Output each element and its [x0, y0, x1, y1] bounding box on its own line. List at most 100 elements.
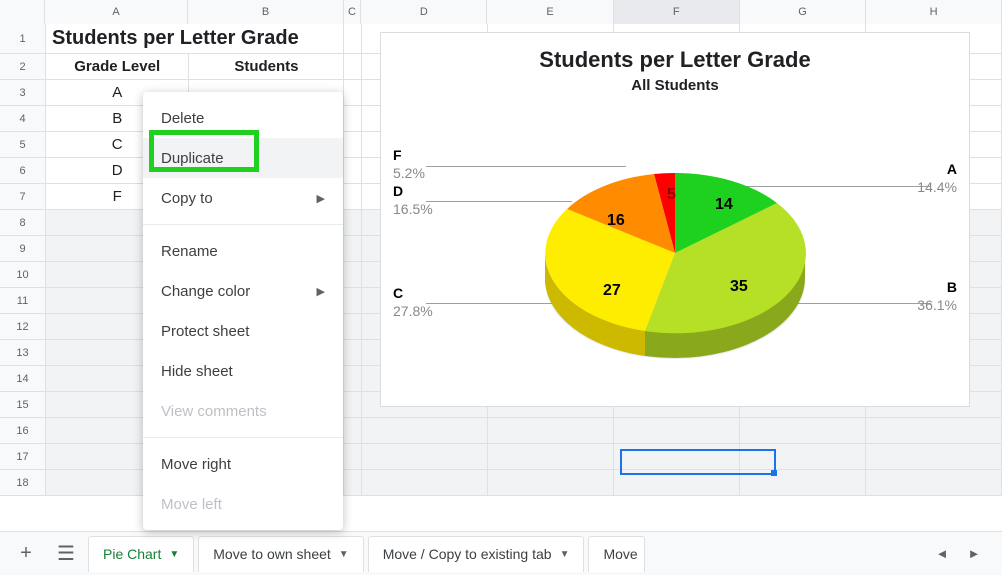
cell[interactable]: Students per Letter Grade [46, 24, 344, 54]
menu-item-protect-sheet[interactable]: Protect sheet [143, 311, 343, 351]
row-header-14[interactable]: 14 [0, 366, 46, 392]
menu-item-copy-to[interactable]: Copy to▶ [143, 178, 343, 218]
cell[interactable] [344, 418, 362, 444]
menu-item-label: Move left [161, 496, 222, 513]
menu-item-label: Change color [161, 283, 250, 300]
column-header-g[interactable]: G [740, 0, 866, 24]
column-header-e[interactable]: E [487, 0, 613, 24]
menu-item-label: Rename [161, 243, 218, 260]
row-header-15[interactable]: 15 [0, 392, 46, 418]
cell-selection[interactable] [620, 449, 776, 475]
slice-value-c: 27 [603, 282, 621, 299]
column-header-b[interactable]: B [188, 0, 343, 24]
menu-item-duplicate[interactable]: Duplicate [143, 138, 343, 178]
cell[interactable] [344, 80, 362, 106]
cell[interactable] [344, 106, 362, 132]
cell[interactable] [362, 418, 488, 444]
cell[interactable] [614, 418, 740, 444]
cell[interactable] [488, 470, 614, 496]
row-header-5[interactable]: 5 [0, 132, 46, 158]
slice-value-d: 16 [607, 212, 625, 229]
row-header-9[interactable]: 9 [0, 236, 46, 262]
tab-move-own[interactable]: Move to own sheet ▼ [198, 536, 363, 572]
row-header-8[interactable]: 8 [0, 210, 46, 236]
cell[interactable] [344, 288, 362, 314]
menu-item-label: Move right [161, 456, 231, 473]
menu-item-view-comments: View comments [143, 391, 343, 431]
cell[interactable] [344, 54, 362, 80]
row-headers: 123456789101112131415161718 [0, 24, 46, 496]
menu-item-change-color[interactable]: Change color▶ [143, 271, 343, 311]
row-header-4[interactable]: 4 [0, 106, 46, 132]
column-header-a[interactable]: A [45, 0, 189, 24]
cell[interactable] [362, 470, 488, 496]
slice-value-f: 5 [667, 186, 676, 203]
cell[interactable] [344, 132, 362, 158]
row-header-13[interactable]: 13 [0, 340, 46, 366]
scroll-right-button[interactable]: ► [960, 540, 988, 568]
chevron-down-icon[interactable]: ▼ [560, 549, 570, 560]
cell[interactable] [488, 418, 614, 444]
cell[interactable] [740, 418, 866, 444]
select-all-corner[interactable] [0, 0, 45, 24]
cell[interactable] [344, 470, 362, 496]
cell[interactable] [344, 158, 362, 184]
menu-item-label: Protect sheet [161, 323, 249, 340]
all-sheets-button[interactable]: ☰ [48, 536, 84, 572]
row-header-18[interactable]: 18 [0, 470, 46, 496]
cell[interactable] [866, 418, 1002, 444]
tab-label: Move to own sheet [213, 546, 331, 562]
row-header-6[interactable]: 6 [0, 158, 46, 184]
menu-item-label: Duplicate [161, 150, 224, 167]
tab-move[interactable]: Move [588, 536, 644, 572]
tab-label: Pie Chart [103, 546, 161, 562]
cell[interactable] [344, 210, 362, 236]
menu-item-move-right[interactable]: Move right [143, 444, 343, 484]
row-header-10[interactable]: 10 [0, 262, 46, 288]
cell[interactable] [344, 24, 362, 54]
row-header-12[interactable]: 12 [0, 314, 46, 340]
menu-item-label: Hide sheet [161, 363, 233, 380]
menu-item-label: Delete [161, 110, 204, 127]
scroll-left-button[interactable]: ◄ [928, 540, 956, 568]
row-header-7[interactable]: 7 [0, 184, 46, 210]
column-header-d[interactable]: D [361, 0, 487, 24]
chart-container[interactable]: Students per Letter Grade All Students F… [380, 32, 970, 407]
cell[interactable]: Grade Level [46, 54, 189, 80]
chevron-down-icon[interactable]: ▼ [169, 549, 179, 560]
cell[interactable] [344, 314, 362, 340]
tab-label: Move / Copy to existing tab [383, 546, 552, 562]
row-header-2[interactable]: 2 [0, 54, 46, 80]
cell[interactable] [344, 236, 362, 262]
row-header-17[interactable]: 17 [0, 444, 46, 470]
tab-move-copy[interactable]: Move / Copy to existing tab ▼ [368, 536, 585, 572]
menu-item-hide-sheet[interactable]: Hide sheet [143, 351, 343, 391]
menu-item-rename[interactable]: Rename [143, 231, 343, 271]
cell[interactable] [866, 470, 1002, 496]
cell[interactable] [344, 444, 362, 470]
cell[interactable] [362, 444, 488, 470]
row-header-1[interactable]: 1 [0, 24, 46, 54]
menu-item-delete[interactable]: Delete [143, 98, 343, 138]
cell[interactable] [488, 444, 614, 470]
column-header-h[interactable]: H [866, 0, 1002, 24]
menu-item-label: Copy to [161, 190, 213, 207]
cell[interactable] [344, 366, 362, 392]
cell[interactable] [344, 262, 362, 288]
menu-separator [143, 224, 343, 225]
column-header-f[interactable]: F [614, 0, 740, 24]
column-header-c[interactable]: C [344, 0, 362, 24]
row-header-3[interactable]: 3 [0, 80, 46, 106]
cell[interactable] [344, 392, 362, 418]
cell[interactable]: Students [189, 54, 344, 80]
cell[interactable] [344, 340, 362, 366]
row-header-11[interactable]: 11 [0, 288, 46, 314]
tab-scroll: ◄ ► [928, 540, 994, 568]
cell[interactable] [344, 184, 362, 210]
add-sheet-button[interactable]: + [8, 536, 44, 572]
chart-subtitle: All Students [381, 77, 969, 94]
cell[interactable] [866, 444, 1002, 470]
row-header-16[interactable]: 16 [0, 418, 46, 444]
chevron-down-icon[interactable]: ▼ [339, 549, 349, 560]
tab-pie-chart[interactable]: Pie Chart ▼ [88, 536, 194, 572]
